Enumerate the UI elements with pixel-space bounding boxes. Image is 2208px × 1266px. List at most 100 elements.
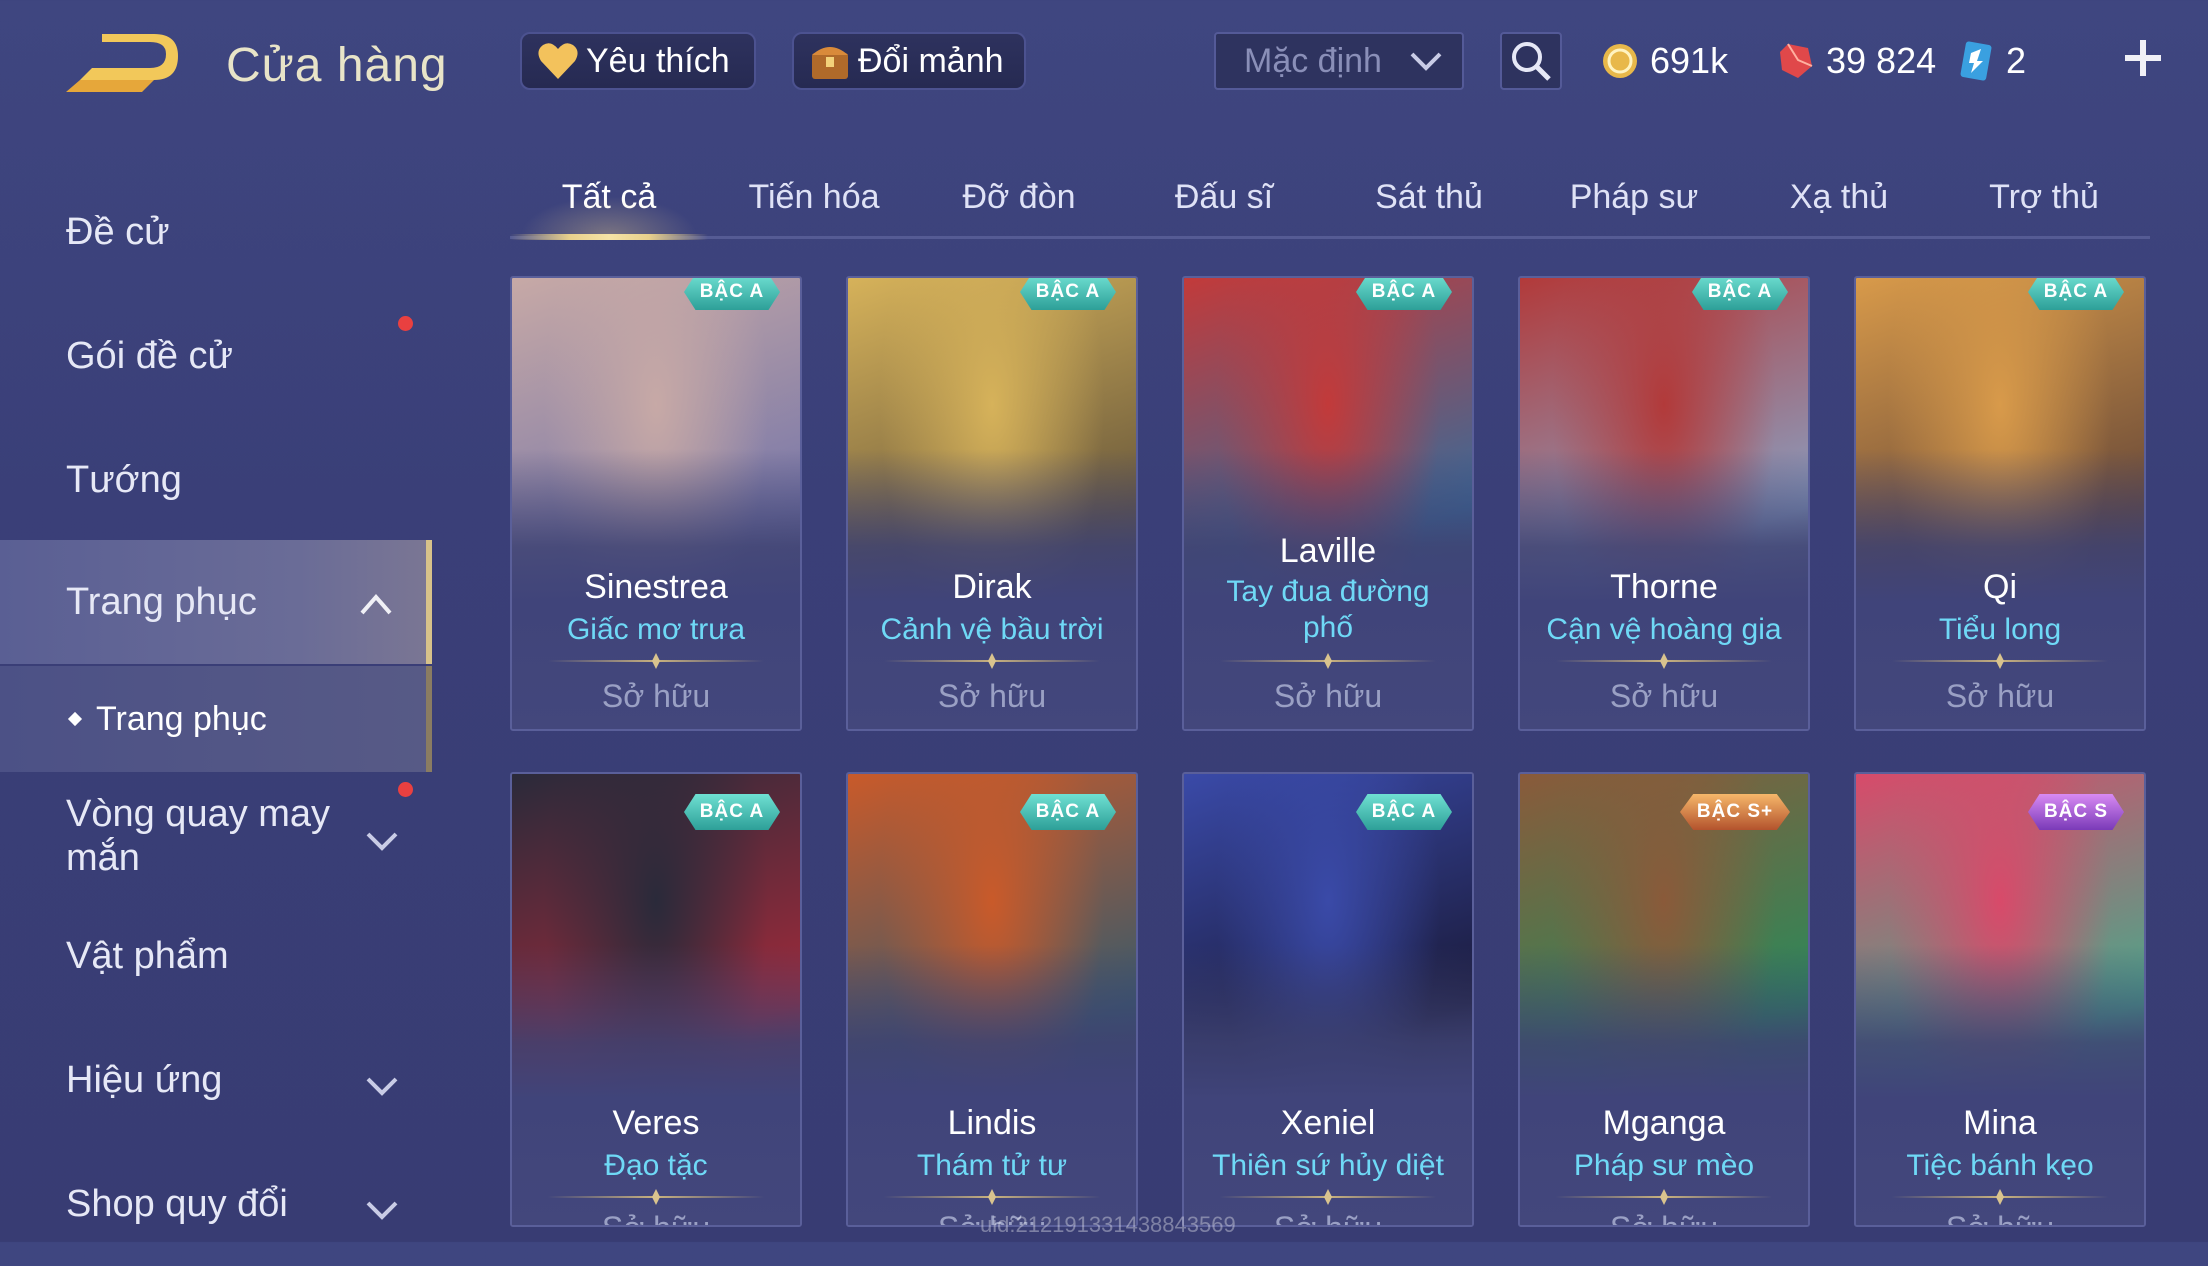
sidebar-item-label: Gói đề cử [66, 334, 233, 377]
hero-name: Sinestrea [584, 568, 728, 606]
back-arrow-icon [66, 34, 178, 92]
skin-card[interactable]: BẬC A Sinestrea Giấc mơ trưa Sở hữu [510, 276, 802, 731]
bullet-diamond-icon [67, 711, 83, 727]
card-amount: 2 [2006, 40, 2027, 81]
role-tabs: Tất cả Tiến hóa Đỡ đòn Đấu sĩ Sát thủ Ph… [510, 158, 2150, 240]
chevron-up-icon [358, 584, 394, 627]
sidebar-subitem-skins[interactable]: Trang phục [0, 666, 432, 772]
sidebar-item-label: Vòng quay may mắn [66, 793, 331, 879]
chevron-down-icon [364, 1190, 400, 1233]
owned-status: Sở hữu [601, 678, 711, 714]
sidebar-item-label: Hiệu ứng [66, 1058, 223, 1101]
tier-badge: BẬC A [1356, 278, 1452, 310]
sidebar-item-label: Vật phẩm [66, 934, 229, 977]
back-button[interactable] [62, 30, 182, 102]
hero-name: Mganga [1602, 1104, 1726, 1142]
favorite-button[interactable]: Yêu thích [520, 32, 756, 90]
tier-badge: BẬC S [2028, 794, 2124, 830]
tab-fighter[interactable]: Đấu sĩ [1125, 158, 1323, 236]
sidebar-item-label: Trang phục [66, 580, 257, 623]
skin-card[interactable]: BẬC A Veres Đạo tặc Sở hữu [510, 772, 802, 1227]
gem-amount: 39 824 [1826, 40, 1937, 81]
gold-balance: 691k [1600, 36, 1728, 86]
owned-status: Sở hữu [512, 1210, 800, 1225]
hero-name: Laville [1279, 532, 1377, 570]
gold-coin-icon [1600, 41, 1640, 81]
tier-badge: BẬC A [1692, 278, 1788, 310]
skin-card[interactable]: BẬC A Lindis Thám tử tư Sở hữu [846, 772, 1138, 1227]
add-currency-button[interactable] [2118, 30, 2168, 86]
owned-status: Sở hữu [1520, 1210, 1808, 1225]
hero-name: Veres [612, 1104, 700, 1142]
hero-name: Qi [1983, 568, 2017, 606]
skin-name: Tay đua đường phố [1226, 575, 1430, 644]
sidebar-item-items[interactable]: Vật phẩm [0, 894, 432, 1018]
plus-icon [2125, 40, 2161, 76]
notification-dot [398, 316, 413, 331]
tab-mage[interactable]: Pháp sư [1535, 158, 1733, 236]
card-balance: 2 [1956, 36, 2026, 86]
sidebar-item-label: Đề cử [66, 210, 170, 253]
tab-assassin[interactable]: Sát thủ [1330, 158, 1528, 236]
tier-badge: BẬC A [1020, 794, 1116, 830]
ruby-icon [1776, 41, 1816, 81]
skin-grid: BẬC A Sinestrea Giấc mơ trưa Sở hữu BẬC … [510, 276, 2150, 1242]
tier-badge: BẬC A [1356, 794, 1452, 830]
skin-name: Pháp sư mèo [1573, 1149, 1755, 1182]
tier-badge: BẬC S+ [1680, 794, 1790, 830]
sidebar-item-effects[interactable]: Hiệu ứng [0, 1018, 432, 1142]
hero-name: Thorne [1610, 568, 1718, 606]
chevron-down-icon [1408, 46, 1444, 85]
notification-dot [398, 782, 413, 797]
owned-status: Sở hữu [1609, 678, 1719, 714]
sidebar-item-heroes[interactable]: Tướng [0, 418, 432, 542]
search-icon [1512, 42, 1551, 81]
sidebar-item-featured-packs[interactable]: Gói đề cử [0, 294, 432, 418]
skin-name: Thiên sứ hủy diệt [1212, 1149, 1444, 1182]
skin-name: Thám tử tư [916, 1149, 1068, 1182]
uid-watermark: uid:212191331438843569 [980, 1212, 1236, 1237]
hero-name: Xeniel [1280, 1104, 1376, 1142]
owned-status: Sở hữu [1273, 678, 1383, 714]
tier-badge: BẬC A [684, 794, 780, 830]
skin-card[interactable]: BẬC A Dirak Cảnh vệ bầu trời Sở hữu [846, 276, 1138, 731]
hero-name: Dirak [952, 568, 1032, 606]
sidebar-item-skins[interactable]: Trang phục [0, 540, 432, 664]
sidebar-item-lucky-wheel[interactable]: Vòng quay may mắn [0, 774, 432, 898]
skin-card[interactable]: BẬC S Mina Tiệc bánh kẹo Sở hữu [1854, 772, 2146, 1227]
voucher-card-icon [1956, 41, 1996, 81]
tier-badge: BẬC A [2028, 278, 2124, 310]
sort-dropdown[interactable]: Mặc định [1214, 32, 1464, 90]
skin-name: Cận vệ hoàng gia [1546, 613, 1782, 646]
sidebar-item-featured[interactable]: Đề cử [0, 170, 432, 294]
sort-selected-value: Mặc định [1244, 41, 1382, 80]
owned-status: Sở hữu [1945, 678, 2055, 714]
tier-badge: BẬC A [1020, 278, 1116, 310]
skin-card[interactable]: BẬC S+ Mganga Pháp sư mèo Sở hữu [1518, 772, 1810, 1227]
tab-tank[interactable]: Đỡ đòn [920, 158, 1118, 236]
skin-card[interactable]: BẬC A Laville Tay đua đường phố Sở hữu [1182, 276, 1474, 731]
sidebar-item-label: Trang phục [96, 699, 267, 738]
gold-amount: 691k [1650, 40, 1729, 81]
tab-all[interactable]: Tất cả [510, 158, 708, 240]
tab-evolution[interactable]: Tiến hóa [715, 158, 913, 236]
skin-name: Tiểu long [1938, 613, 2062, 646]
skin-card[interactable]: BẬC A Xeniel Thiên sứ hủy diệt Sở hữu [1182, 772, 1474, 1227]
skin-name: Tiệc bánh kẹo [1906, 1149, 2094, 1182]
owned-status: Sở hữu [937, 678, 1047, 714]
heart-icon [536, 39, 580, 83]
fragment-label: Đổi mảnh [858, 41, 1004, 80]
category-sidebar: Đề cử Gói đề cử Tướng Trang phục Trang p… [0, 150, 432, 1242]
skin-card[interactable]: BẬC A Thorne Cận vệ hoàng gia Sở hữu [1518, 276, 1810, 731]
favorite-label: Yêu thích [586, 41, 730, 80]
sidebar-item-exchange-shop[interactable]: Shop quy đổi [0, 1142, 432, 1266]
owned-status: Sở hữu [1856, 1210, 2144, 1225]
skin-card[interactable]: BẬC A Qi Tiểu long Sở hữu [1854, 276, 2146, 731]
search-button[interactable] [1500, 32, 1562, 90]
chevron-down-icon [364, 1066, 400, 1109]
tab-support[interactable]: Trợ thủ [1945, 158, 2143, 236]
chevron-down-icon [364, 820, 400, 864]
skin-name: Đạo tặc [604, 1149, 708, 1182]
tab-marksman[interactable]: Xạ thủ [1740, 158, 1938, 236]
fragment-exchange-button[interactable]: Đổi mảnh [792, 32, 1026, 90]
